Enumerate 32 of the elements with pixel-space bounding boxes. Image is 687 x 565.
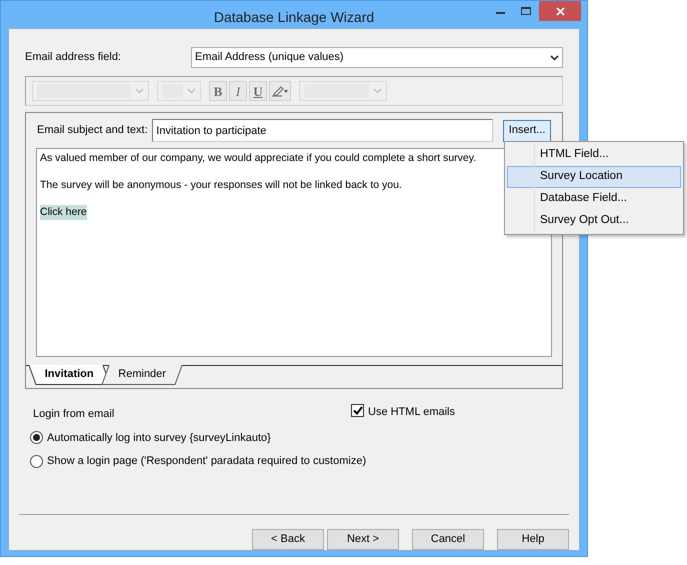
- close-button[interactable]: [539, 1, 581, 21]
- section-label: Login from email: [33, 407, 116, 422]
- click-here-link[interactable]: Click here: [40, 205, 87, 220]
- radio-label: Automatically log into survey {surveyLinkauto}: [47, 430, 271, 446]
- wizard-button[interactable]: < Back: [252, 528, 324, 550]
- close-icon: [556, 6, 564, 16]
- subject-input[interactable]: Invitation to participate: [152, 119, 494, 142]
- format-button[interactable]: B: [209, 81, 227, 101]
- insert-button[interactable]: Insert...: [503, 120, 551, 142]
- highlight-pen-button[interactable]: [269, 81, 291, 101]
- chevron-down-icon: [135, 88, 144, 94]
- pen-icon: [272, 85, 288, 97]
- format-button[interactable]: U: [249, 81, 267, 101]
- menu-item[interactable]: Survey Location: [507, 166, 681, 188]
- radio-button[interactable]: [30, 454, 43, 468]
- field-label: Email address field:: [25, 50, 122, 66]
- chevron-down-icon: [187, 88, 196, 94]
- checkbox[interactable]: [351, 404, 364, 417]
- format-button[interactable]: I: [229, 81, 247, 101]
- radio-label: Show a login page ('Respondent' paradata required to customize): [47, 454, 366, 469]
- email-field-dropdown[interactable]: Email Address (unique values): [191, 47, 563, 68]
- radio-button[interactable]: [30, 431, 43, 444]
- wizard-button[interactable]: Cancel: [412, 528, 484, 550]
- tab[interactable]: Reminder: [101, 365, 182, 385]
- wizard-button[interactable]: Next >: [327, 528, 399, 550]
- chevron-down-icon: [550, 54, 559, 60]
- checkbox-label: Use HTML emails: [368, 405, 455, 420]
- window-title: Database Linkage Wizard: [214, 8, 374, 27]
- message-paragraph: The survey will be anonymous - your responses will not be linked back to you.: [40, 178, 403, 193]
- chevron-down-icon: [373, 88, 382, 94]
- field-label: Email subject and text:: [37, 123, 149, 138]
- wizard-button[interactable]: Help: [497, 528, 569, 550]
